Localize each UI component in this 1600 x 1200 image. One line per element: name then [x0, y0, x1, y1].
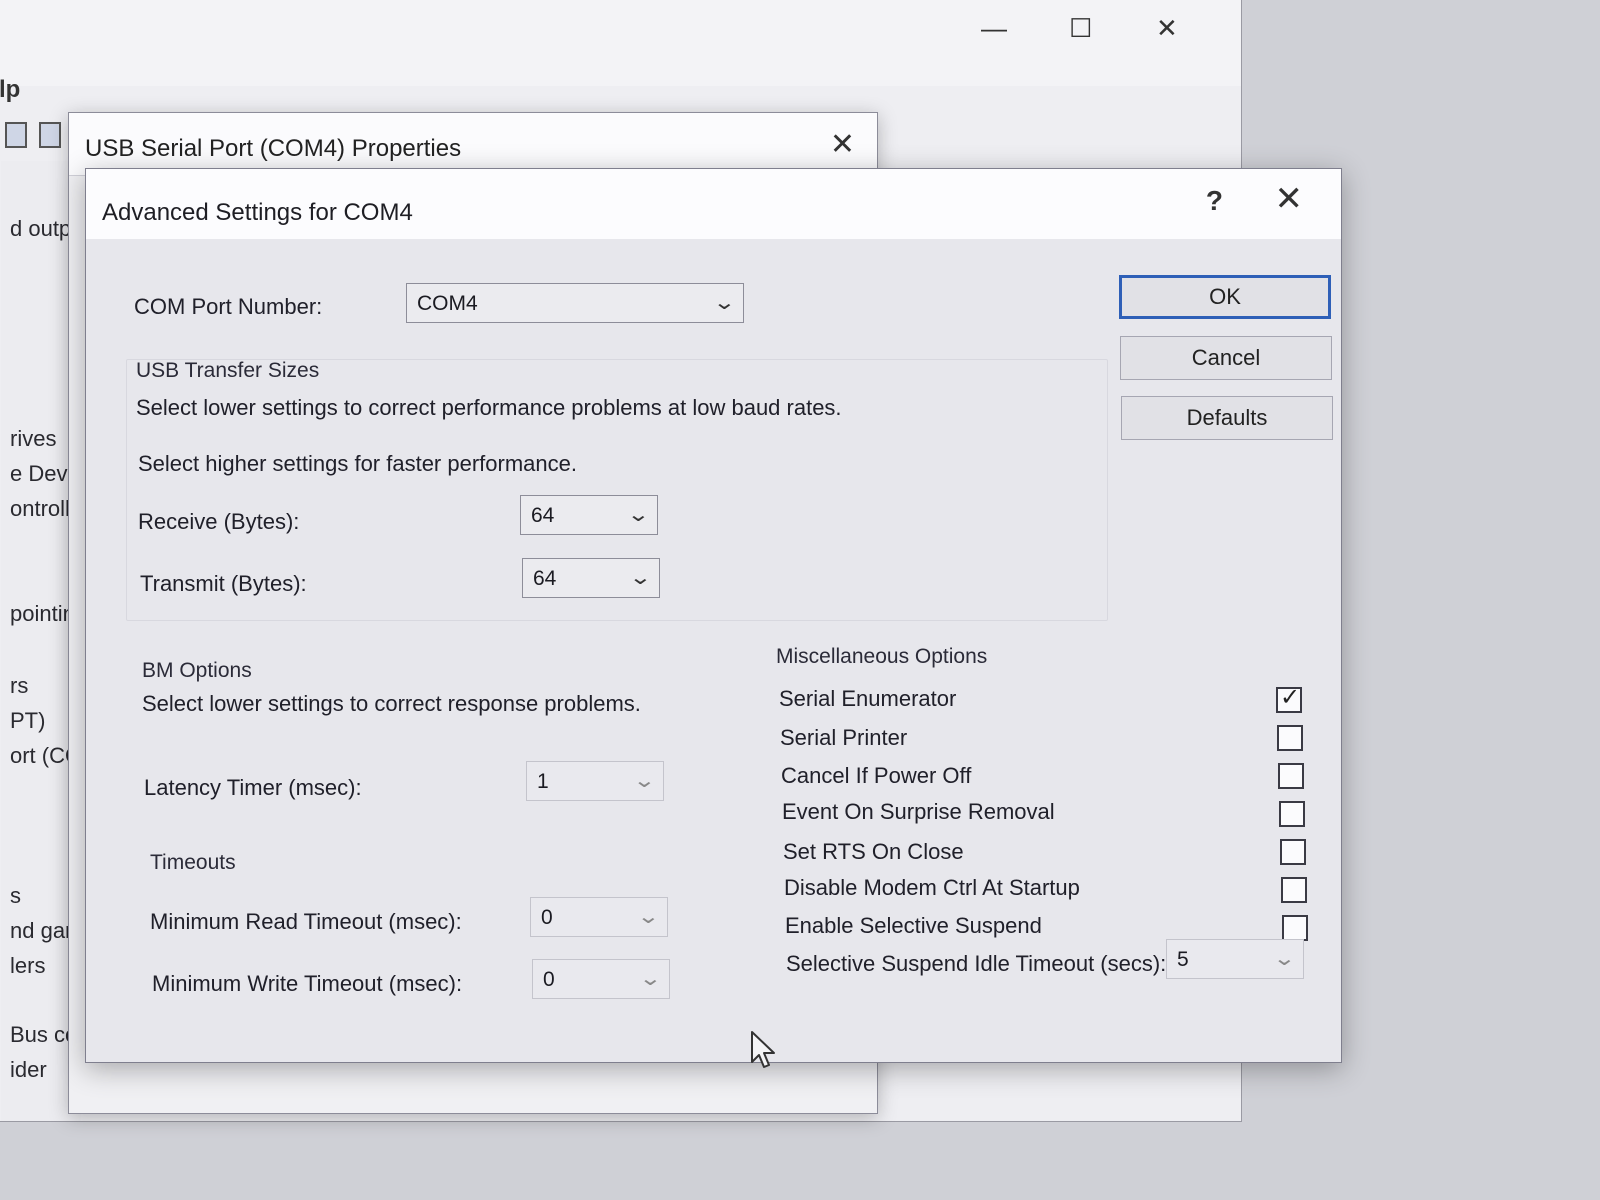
transmit-select[interactable]: 64 ⌄ — [522, 558, 660, 598]
transmit-label: Transmit (Bytes): — [140, 571, 307, 596]
min-read-timeout-label: Minimum Read Timeout (msec): — [150, 909, 462, 934]
usb-transfer-title: USB Transfer Sizes — [136, 359, 320, 382]
menu-help-fragment[interactable]: lp — [0, 76, 20, 104]
enable-selective-suspend-checkbox[interactable] — [1282, 915, 1308, 941]
chevron-down-icon: ⌄ — [626, 504, 651, 526]
com-port-select[interactable]: COM4 ⌄ — [406, 283, 744, 323]
selective-suspend-idle-timeout-label: Selective Suspend Idle Timeout (secs): — [786, 951, 1167, 976]
receive-value: 64 — [531, 504, 555, 527]
properties-window-title: USB Serial Port (COM4) Properties — [85, 135, 462, 162]
min-read-timeout-select[interactable]: 0 ⌄ — [530, 897, 668, 937]
checkmark-icon: ✓ — [1280, 684, 1301, 711]
selective-suspend-idle-timeout-value: 5 — [1177, 948, 1189, 971]
dialog-title: Advanced Settings for COM4 — [102, 199, 413, 226]
close-icon[interactable]: ✕ — [1156, 13, 1178, 44]
minimize-icon[interactable]: — — [981, 13, 1007, 44]
cancel-if-power-off-checkbox[interactable] — [1278, 763, 1304, 789]
min-write-timeout-select[interactable]: 0 ⌄ — [532, 959, 670, 999]
receive-select[interactable]: 64 ⌄ — [520, 495, 658, 535]
set-rts-on-close-label: Set RTS On Close — [783, 839, 964, 864]
usb-transfer-desc-1: Select lower settings to correct perform… — [136, 395, 842, 420]
defaults-button[interactable]: Defaults — [1121, 396, 1333, 440]
ok-button[interactable]: OK — [1119, 275, 1331, 319]
advanced-settings-dialog: Advanced Settings for COM4 ? ✕ COM Port … — [85, 168, 1342, 1063]
chevron-down-icon: ⌄ — [632, 770, 657, 792]
chevron-down-icon: ⌄ — [1272, 948, 1297, 970]
properties-toolbar-icon[interactable] — [5, 122, 27, 148]
chevron-down-icon: ⌄ — [636, 906, 661, 928]
latency-value: 1 — [537, 770, 549, 793]
latency-label: Latency Timer (msec): — [144, 775, 362, 800]
bm-options-title: BM Options — [142, 659, 252, 682]
serial-enumerator-checkbox[interactable]: ✓ — [1276, 684, 1302, 713]
min-write-timeout-label: Minimum Write Timeout (msec): — [152, 971, 463, 996]
dialog-titlebar: Advanced Settings for COM4 ? ✕ — [86, 169, 1341, 239]
cancel-button[interactable]: Cancel — [1120, 336, 1332, 380]
bm-options-desc: Select lower settings to correct respons… — [142, 691, 641, 716]
enable-selective-suspend-label: Enable Selective Suspend — [785, 913, 1042, 938]
help-icon[interactable]: ? — [1206, 185, 1223, 217]
min-read-timeout-value: 0 — [541, 906, 553, 929]
transmit-value: 64 — [533, 567, 557, 590]
properties-close-icon[interactable]: ✕ — [830, 127, 855, 162]
misc-options-title: Miscellaneous Options — [776, 645, 988, 668]
com-port-value: COM4 — [417, 292, 478, 315]
selective-suspend-idle-timeout-select[interactable]: 5 ⌄ — [1166, 939, 1304, 979]
chevron-down-icon: ⌄ — [712, 292, 737, 314]
min-write-timeout-value: 0 — [543, 968, 555, 991]
properties-titlebar: USB Serial Port (COM4) Properties ✕ — [69, 113, 877, 176]
receive-label: Receive (Bytes): — [138, 509, 300, 534]
serial-printer-label: Serial Printer — [780, 725, 908, 750]
dialog-close-icon[interactable]: ✕ — [1275, 179, 1304, 219]
disable-modem-ctrl-checkbox[interactable] — [1281, 877, 1307, 903]
timeouts-title: Timeouts — [150, 851, 236, 874]
maximize-icon[interactable]: ☐ — [1069, 13, 1092, 44]
chevron-down-icon: ⌄ — [638, 968, 663, 990]
set-rts-on-close-checkbox[interactable] — [1280, 839, 1306, 865]
serial-printer-checkbox[interactable] — [1277, 725, 1303, 751]
serial-enumerator-label: Serial Enumerator — [779, 686, 957, 711]
cancel-if-power-off-label: Cancel If Power Off — [781, 763, 972, 788]
event-on-surprise-removal-label: Event On Surprise Removal — [782, 799, 1055, 824]
device-manager-titlebar: — ☐ ✕ — [0, 0, 1241, 86]
update-driver-toolbar-icon[interactable] — [39, 122, 62, 148]
chevron-down-icon: ⌄ — [628, 567, 653, 589]
toolbar — [1, 116, 66, 156]
event-on-surprise-removal-checkbox[interactable] — [1279, 801, 1305, 827]
usb-transfer-desc-2: Select higher settings for faster perfor… — [138, 451, 577, 476]
disable-modem-ctrl-label: Disable Modem Ctrl At Startup — [784, 875, 1080, 900]
mouse-pointer-icon — [751, 1031, 775, 1068]
com-port-label: COM Port Number: — [134, 294, 323, 319]
latency-select[interactable]: 1 ⌄ — [526, 761, 664, 801]
